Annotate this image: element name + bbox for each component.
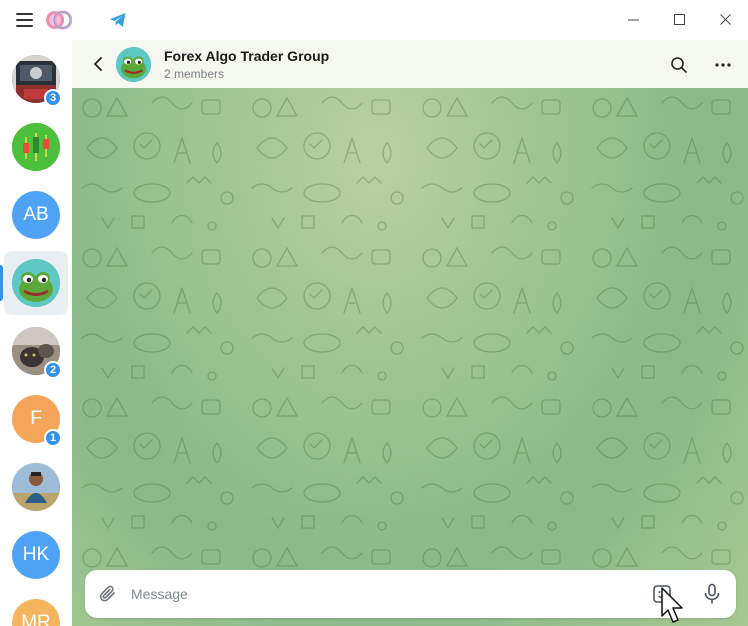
avatar	[12, 123, 60, 171]
microphone-icon[interactable]	[702, 583, 722, 605]
pepe-frog-icon	[116, 47, 151, 82]
maximize-icon	[673, 13, 685, 25]
chat-list-item[interactable]: F 1	[4, 387, 68, 451]
avatar: MR	[12, 599, 60, 626]
chat-list-item[interactable]	[4, 455, 68, 519]
chat-title[interactable]: Forex Algo Trader Group	[164, 48, 329, 64]
chat-header: Forex Algo Trader Group 2 members	[72, 40, 748, 88]
close-button[interactable]	[702, 6, 748, 32]
unread-badge: 1	[44, 429, 63, 447]
maximize-button[interactable]	[656, 6, 702, 32]
more-options-icon[interactable]	[714, 56, 732, 74]
hamburger-menu-icon[interactable]	[16, 13, 33, 27]
paperclip-icon[interactable]	[97, 583, 119, 605]
unread-badge: 2	[44, 361, 63, 379]
avatar: HK	[12, 531, 60, 579]
chat-list-item[interactable]: 3	[4, 47, 68, 111]
chat-list-item[interactable]	[4, 115, 68, 179]
minimize-button[interactable]	[610, 6, 656, 32]
title-bar	[0, 0, 748, 40]
avatar: AB	[12, 191, 60, 239]
sticker-icon[interactable]	[652, 584, 672, 604]
chat-list-item[interactable]: MR	[4, 591, 68, 626]
chat-list-item[interactable]: HK	[4, 523, 68, 587]
chat-avatar[interactable]	[116, 47, 151, 82]
chat-panel: Forex Algo Trader Group 2 members	[72, 40, 748, 626]
chat-list-item-active[interactable]	[0, 251, 68, 315]
candlestick-chart-icon	[12, 123, 60, 171]
chat-list-sidebar: 3 AB 2 F 1 HK MR	[0, 40, 72, 626]
active-chat-indicator	[0, 265, 3, 301]
wallpaper-pattern	[72, 88, 748, 626]
message-composer	[85, 570, 736, 618]
avatar	[12, 259, 60, 307]
search-icon[interactable]	[670, 56, 688, 74]
chat-member-count: 2 members	[164, 67, 225, 81]
chat-list-item[interactable]: 2	[4, 319, 68, 383]
pepe-frog-icon	[12, 259, 60, 307]
avatar	[12, 463, 60, 511]
app-logo-icon	[46, 10, 72, 30]
back-arrow-icon[interactable]	[90, 56, 106, 72]
close-icon	[719, 13, 731, 25]
chat-list-item[interactable]: AB	[4, 183, 68, 247]
minimize-icon	[627, 19, 639, 20]
message-input[interactable]	[131, 580, 631, 608]
telegram-icon	[110, 13, 126, 27]
unread-badge: 3	[44, 89, 63, 107]
